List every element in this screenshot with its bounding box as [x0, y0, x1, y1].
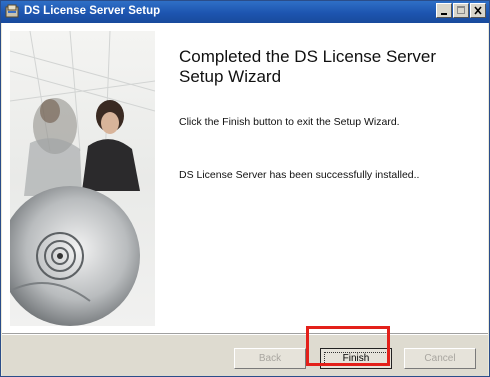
close-button[interactable] — [470, 3, 486, 18]
finish-highlight-box — [306, 326, 390, 366]
setup-window: DS License Server Setup Completed the DS… — [0, 0, 490, 377]
window-title: DS License Server Setup — [24, 5, 161, 17]
minimize-button[interactable] — [436, 3, 452, 18]
button-bar: Back Finish Cancel — [2, 335, 488, 376]
page-title: Completed the DS License Server Setup Wi… — [179, 47, 437, 86]
cancel-button: Cancel — [404, 348, 476, 369]
wizard-content: Completed the DS License Server Setup Wi… — [2, 23, 488, 333]
minimize-icon — [441, 13, 447, 15]
install-status-message: DS License Server has been successfully … — [179, 169, 420, 181]
finish-instruction: Click the Finish button to exit the Setu… — [179, 116, 400, 128]
wizard-banner-image — [10, 31, 155, 326]
window-controls — [436, 3, 486, 18]
close-icon — [474, 6, 482, 15]
installer-icon — [5, 4, 19, 18]
title-bar[interactable]: DS License Server Setup — [1, 1, 489, 23]
maximize-icon — [457, 6, 465, 14]
back-button: Back — [234, 348, 306, 369]
maximize-button — [453, 3, 469, 18]
